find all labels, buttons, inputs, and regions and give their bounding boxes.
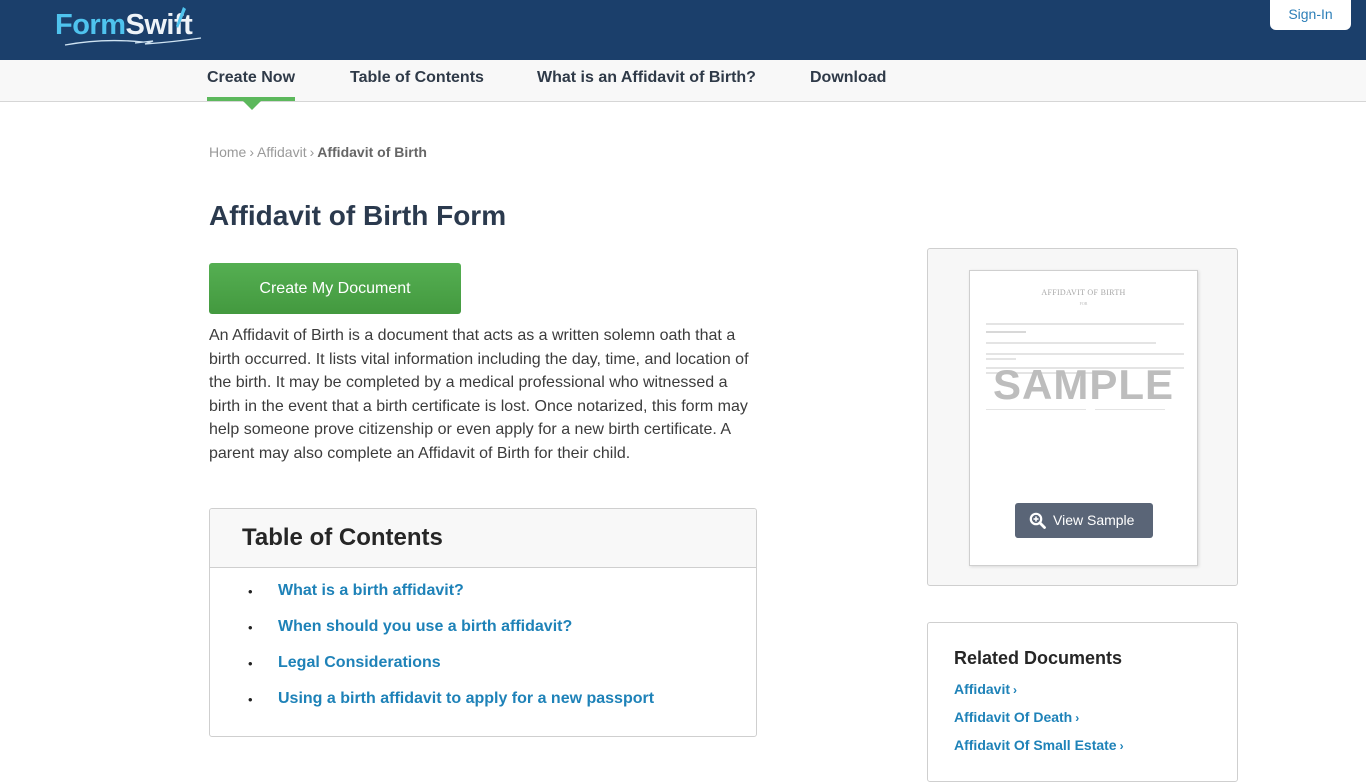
create-my-document-button[interactable]: Create My Document — [209, 263, 461, 314]
zoom-in-icon — [1029, 512, 1046, 529]
toc-link-legal[interactable]: Legal Considerations — [278, 654, 441, 672]
chevron-right-icon: › — [1119, 739, 1124, 753]
nav-create-now[interactable]: Create Now — [207, 69, 295, 87]
page-title: Affidavit of Birth Form — [209, 200, 507, 231]
toc-item: • What is a birth affidavit? — [210, 582, 756, 602]
related-link-label: Affidavit Of Small Estate — [954, 737, 1117, 753]
sample-watermark: SAMPLE — [992, 361, 1174, 408]
toc-link-when-to-use[interactable]: When should you use a birth affidavit? — [278, 618, 572, 636]
toc-link-what-is[interactable]: What is a birth affidavit? — [278, 582, 464, 600]
bullet-icon: • — [248, 584, 253, 599]
sample-doc-subtitle: FOR — [1079, 301, 1088, 306]
nav-download[interactable]: Download — [810, 69, 886, 87]
sample-preview-panel: AFFIDAVIT OF BIRTH FOR SAMPLE View Sampl… — [927, 248, 1238, 586]
bullet-icon: • — [248, 656, 253, 671]
formswift-logo[interactable]: FormSwift — [55, 6, 215, 48]
sign-in-button[interactable]: Sign-In — [1270, 0, 1351, 30]
related-link-affidavit-of-small-estate[interactable]: Affidavit Of Small Estate › — [954, 737, 1124, 753]
breadcrumb-current: Affidavit of Birth — [317, 144, 427, 160]
chevron-right-icon: › — [1013, 683, 1017, 697]
table-of-contents: Table of Contents • What is a birth affi… — [209, 508, 757, 737]
toc-item: • When should you use a birth affidavit? — [210, 618, 756, 638]
logo-pen-icon — [176, 7, 186, 28]
chevron-right-icon: › — [1075, 711, 1080, 725]
bullet-icon: • — [248, 620, 253, 635]
section-nav: Create Now Table of Contents What is an … — [0, 60, 1366, 102]
sample-text-line — [986, 342, 1156, 344]
bullet-icon: • — [248, 692, 253, 707]
related-link-affidavit-of-death[interactable]: Affidavit Of Death › — [954, 709, 1079, 725]
breadcrumb: Home › Affidavit › Affidavit of Birth — [209, 144, 427, 160]
sample-text-line — [986, 353, 1184, 355]
related-documents-panel: Related Documents Affidavit › Affidavit O… — [927, 622, 1238, 782]
active-nav-caret-icon — [243, 101, 261, 110]
nav-what-is-affidavit[interactable]: What is an Affidavit of Birth? — [537, 69, 756, 87]
sample-text-line — [986, 331, 1026, 333]
toc-item: • Using a birth affidavit to apply for a… — [210, 690, 756, 710]
breadcrumb-separator: › — [309, 144, 315, 160]
sample-text-line — [986, 323, 1184, 325]
logo-swoosh-icon — [64, 37, 202, 46]
toc-title: Table of Contents — [242, 524, 443, 551]
related-link-label: Affidavit — [954, 681, 1010, 697]
breadcrumb-separator: › — [249, 144, 255, 160]
related-link-affidavit[interactable]: Affidavit › — [954, 681, 1017, 697]
related-link-label: Affidavit Of Death — [954, 709, 1073, 725]
breadcrumb-home[interactable]: Home — [209, 144, 246, 160]
intro-paragraph: An Affidavit of Birth is a document that… — [209, 327, 749, 462]
related-documents-title: Related Documents — [954, 648, 1123, 668]
view-sample-button[interactable]: View Sample — [1015, 503, 1153, 538]
toc-item: • Legal Considerations — [210, 654, 756, 674]
sample-doc-title: AFFIDAVIT OF BIRTH — [1041, 288, 1126, 297]
sample-signature-line — [986, 409, 1086, 410]
sample-date-line — [1095, 409, 1165, 410]
breadcrumb-affidavit[interactable]: Affidavit — [257, 144, 307, 160]
sample-text-line — [986, 358, 1016, 360]
top-header: FormSwift Sign-In — [0, 0, 1366, 60]
toc-link-passport[interactable]: Using a birth affidavit to apply for a n… — [278, 690, 654, 708]
toc-header: Table of Contents — [210, 509, 756, 568]
view-sample-label: View Sample — [1053, 512, 1135, 528]
sample-document-thumbnail[interactable]: AFFIDAVIT OF BIRTH FOR SAMPLE View Sampl… — [969, 270, 1198, 566]
nav-table-of-contents[interactable]: Table of Contents — [350, 69, 484, 87]
